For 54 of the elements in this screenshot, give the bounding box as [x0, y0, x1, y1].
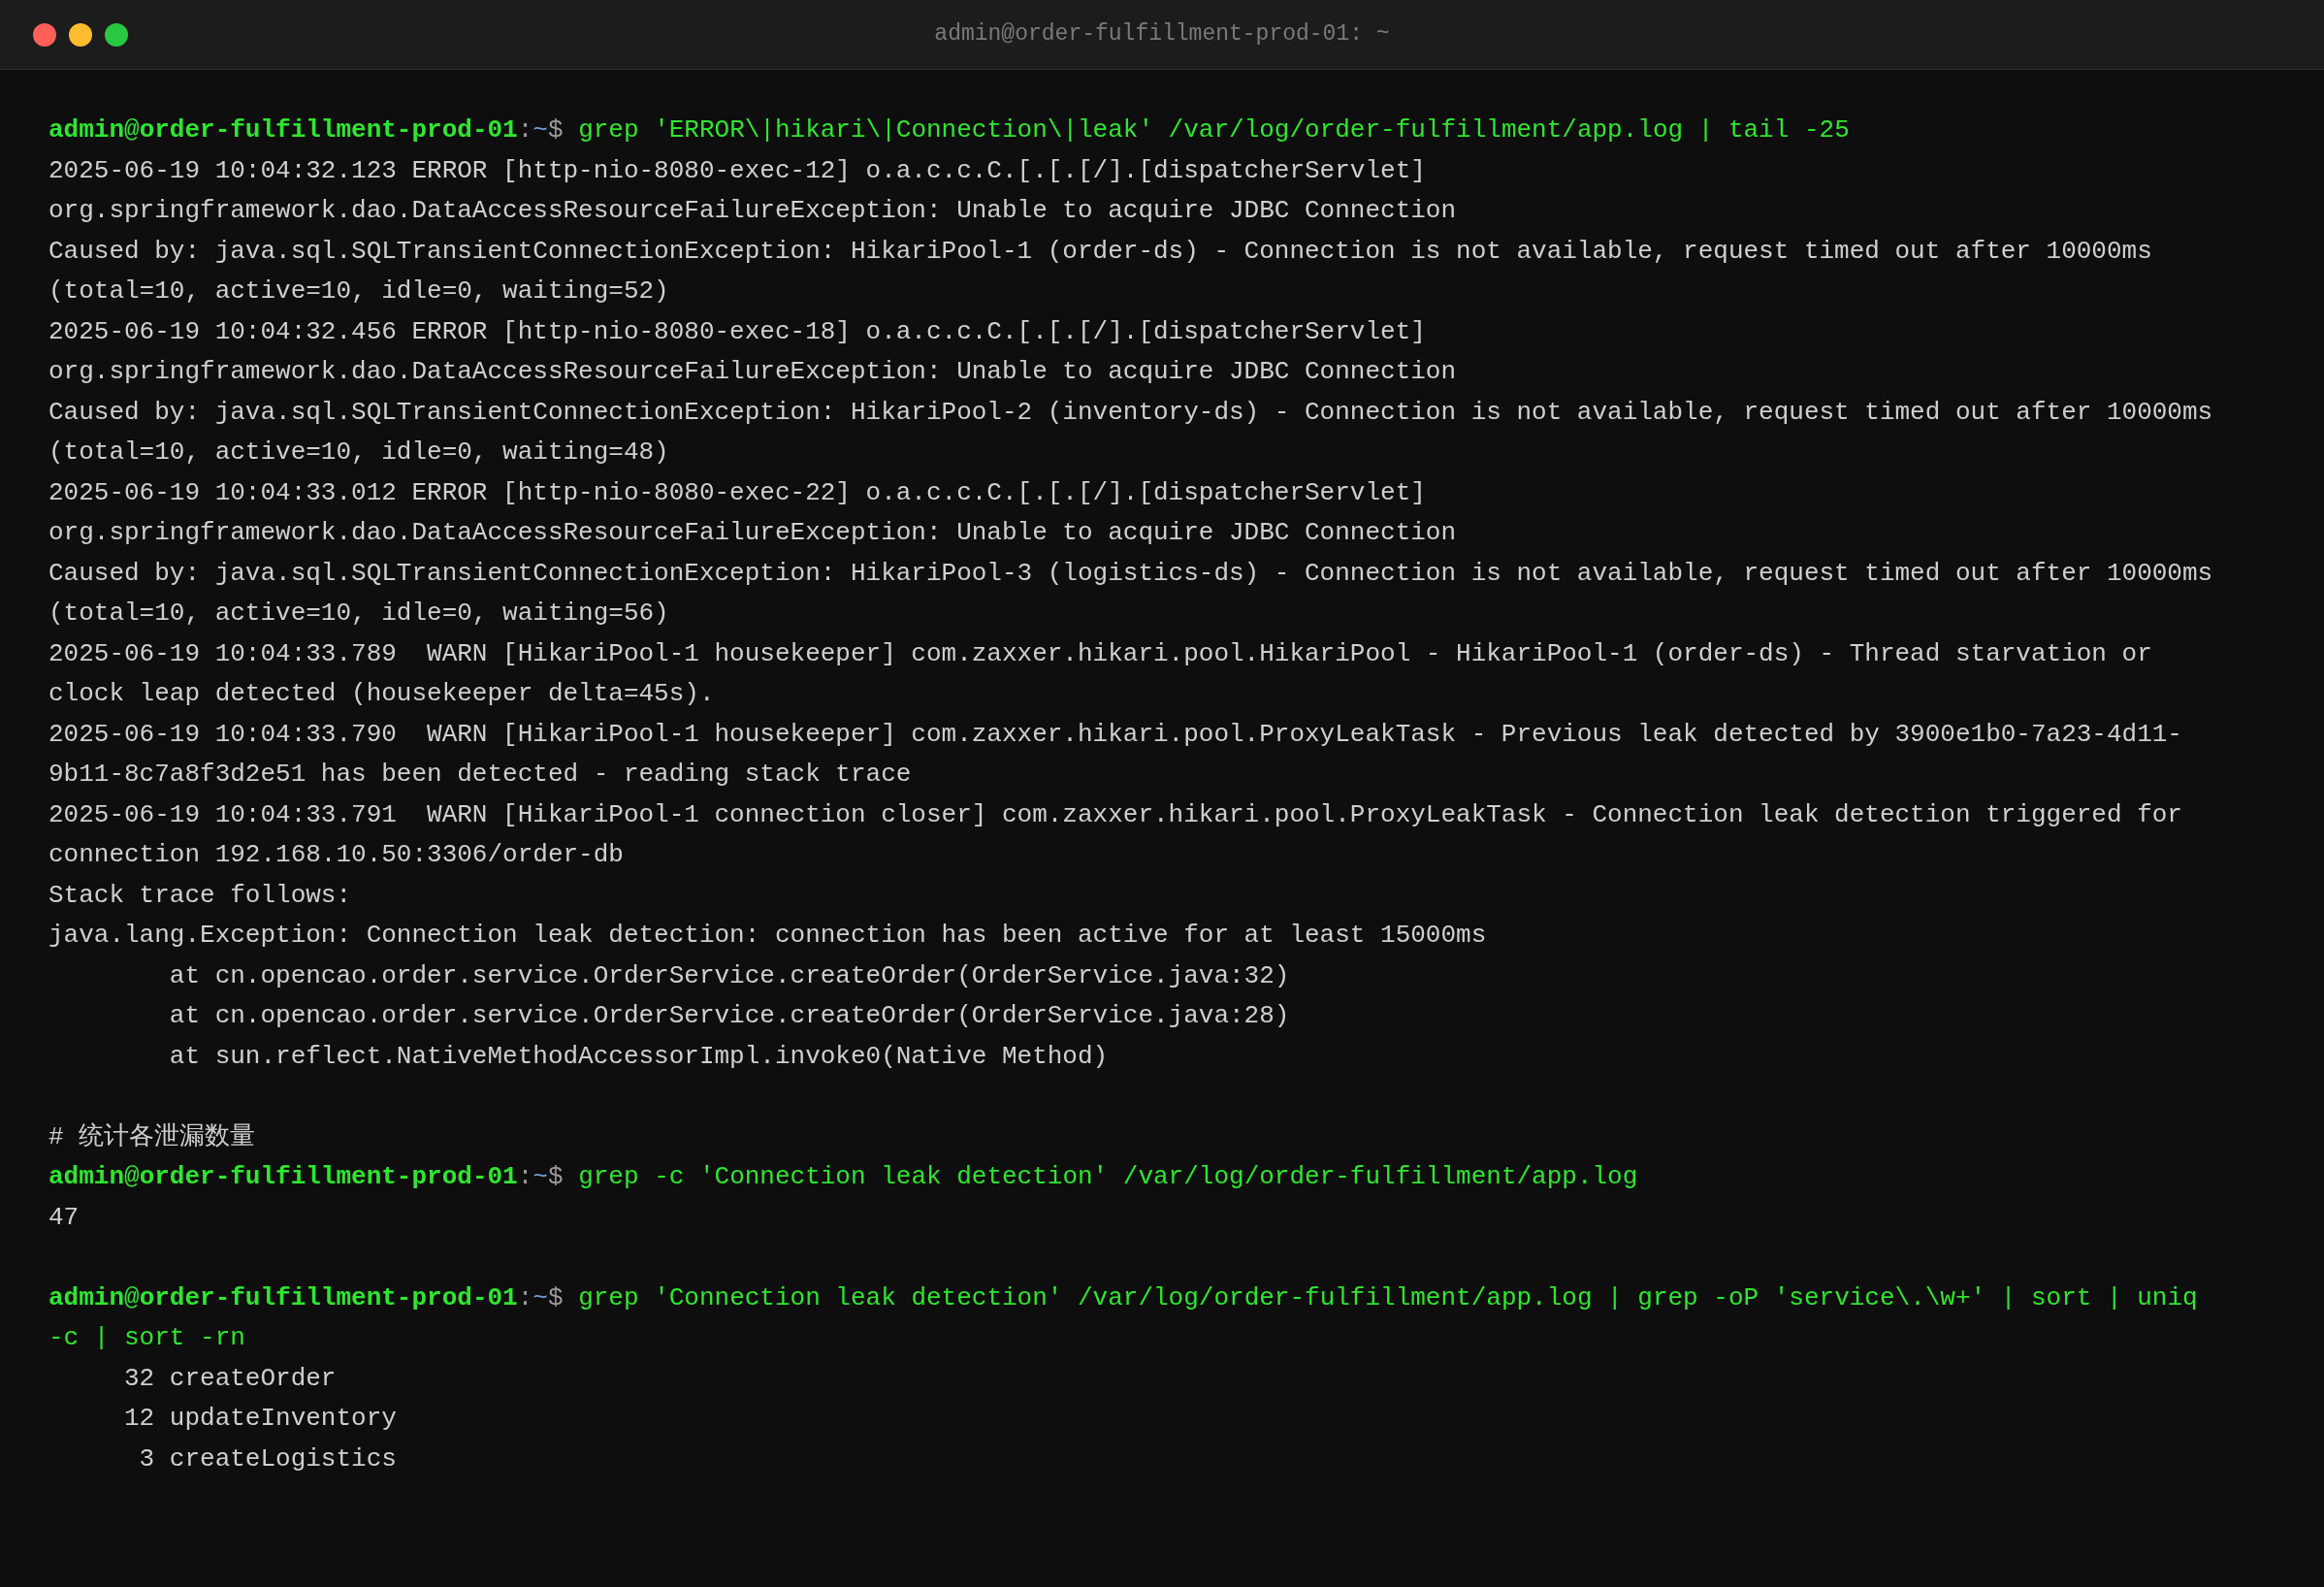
output-line: 2025-06-19 10:04:32.456 ERROR [http-nio-8080-exec-18] o.a.c.c.C.[.[.[/].[dispatcherServlet] [48, 315, 1426, 348]
output-line: (total=10, active=10, idle=0, waiting=56) [48, 598, 669, 631]
output-line: connection 192.168.10.50:3306/order-db [48, 839, 624, 872]
output-line: 2025-06-19 10:04:33.012 ERROR [http-nio-8080-exec-22] o.a.c.c.C.[.[.[/].[dispatcherServlet] [48, 476, 1426, 509]
output-line: 2025-06-19 10:04:32.123 ERROR [http-nio-8080-exec-12] o.a.c.c.C.[.[.[/].[dispatcherServlet] [48, 154, 1426, 187]
output-line: (total=10, active=10, idle=0, waiting=48) [48, 437, 669, 470]
prompt-path: ~ [533, 1281, 548, 1314]
prompt-host: order-fulfillment-prod-01 [139, 114, 518, 147]
output-line: 9b11-8c7a8f3d2e51 has been detected - reading stack trace [48, 759, 912, 792]
output-line: at cn.opencao.order.service.OrderService.createOrder(OrderService.java:28) [168, 1000, 1290, 1033]
prompt-symbol: $ [547, 1161, 564, 1194]
output-line: org.springframework.dao.DataAccessResourceFailureException: Unable to acquire JDBC Connection [48, 356, 1457, 389]
output-line: Caused by: java.sql.SQLTransientConnectionException: HikariPool-2 (inventory-ds) - Connection is not available, request timed out after 10000ms [48, 396, 2213, 429]
prompt-user: admin [48, 1281, 124, 1314]
output-line: 2025-06-19 10:04:33.791 WARN [HikariPool-1 connection closer] com.zaxxer.hikari.pool.ProxyLeakTask - Connection leak detection triggered for [48, 798, 2182, 831]
prompt-symbol: $ [547, 1281, 564, 1314]
prompt-user: admin [48, 1161, 124, 1194]
prompt-colon: : [517, 1161, 533, 1194]
output-line: org.springframework.dao.DataAccessResourceFailureException: Unable to acquire JDBC Connection [48, 195, 1457, 228]
output-line: 2025-06-19 10:04:33.790 WARN [HikariPool-1 housekeeper] com.zaxxer.hikari.pool.ProxyLeakTask - Previous leak detected by 3900e1b0-7a23-4d11- [48, 718, 2182, 751]
output-line: 2025-06-19 10:04:33.789 WARN [HikariPool-1 housekeeper] com.zaxxer.hikari.pool.HikariPool - HikariPool-1 (order-ds) - Thread starvation or [48, 637, 2152, 670]
window-title: admin@order-fulfillment-prod-01: ~ [934, 20, 1390, 49]
close-button[interactable] [33, 22, 56, 47]
output-line: org.springframework.dao.DataAccessResourceFailureException: Unable to acquire JDBC Connection [48, 517, 1457, 550]
prompt-host: order-fulfillment-prod-01 [139, 1161, 518, 1194]
maximize-button[interactable] [105, 22, 128, 47]
prompt-colon: : [517, 1281, 533, 1314]
output-line: at cn.opencao.order.service.OrderService.createOrder(OrderService.java:32) [168, 959, 1290, 992]
prompt-host: order-fulfillment-prod-01 [139, 1281, 518, 1314]
prompt-path: ~ [533, 114, 548, 147]
prompt-colon: : [517, 114, 533, 147]
output-line: Caused by: java.sql.SQLTransientConnectionException: HikariPool-1 (order-ds) - Connection is not available, request timed out after 10000ms [48, 235, 2152, 268]
output-line: clock leap detected (housekeeper delta=45s). [48, 678, 715, 711]
output-line: (total=10, active=10, idle=0, waiting=52) [48, 275, 669, 308]
prompt-at: @ [124, 114, 140, 147]
output-line: Stack trace follows: [48, 879, 352, 912]
prompt-user: admin [48, 114, 124, 147]
prompt-path: ~ [533, 1161, 548, 1194]
command-text: grep 'Connection leak detection' /var/log/order-fulfillment/app.log | grep -oP 'service\.\w+' | sort | uniq [578, 1281, 2198, 1314]
output-line: at sun.reflect.NativeMethodAccessorImpl.invoke0(Native Method) [168, 1040, 1109, 1073]
output-line: 3 createLogistics [138, 1442, 397, 1475]
command-text: grep 'ERROR\|hikari\|Connection\|leak' /var/log/order-fulfillment/app.log | tail -25 [578, 114, 1850, 147]
output-line: 12 updateInventory [123, 1403, 397, 1436]
prompt-at: @ [124, 1161, 140, 1194]
comment-line: # 统计各泄漏数量 [48, 1120, 256, 1153]
output-line: 47 [48, 1201, 80, 1234]
minimize-button[interactable] [69, 22, 92, 47]
output-line: Caused by: java.sql.SQLTransientConnectionException: HikariPool-3 (logistics-ds) - Connection is not available, request timed out after 10000ms [48, 557, 2213, 590]
command-text: grep -c 'Connection leak detection' /var/log/order-fulfillment/app.log [578, 1161, 1638, 1194]
prompt-symbol: $ [547, 114, 564, 147]
prompt-at: @ [124, 1281, 140, 1314]
output-line: 32 createOrder [123, 1362, 337, 1395]
command-text: -c | sort -rn [48, 1322, 245, 1355]
output-line: java.lang.Exception: Connection leak detection: connection has been active for at least 15000ms [48, 920, 1487, 953]
